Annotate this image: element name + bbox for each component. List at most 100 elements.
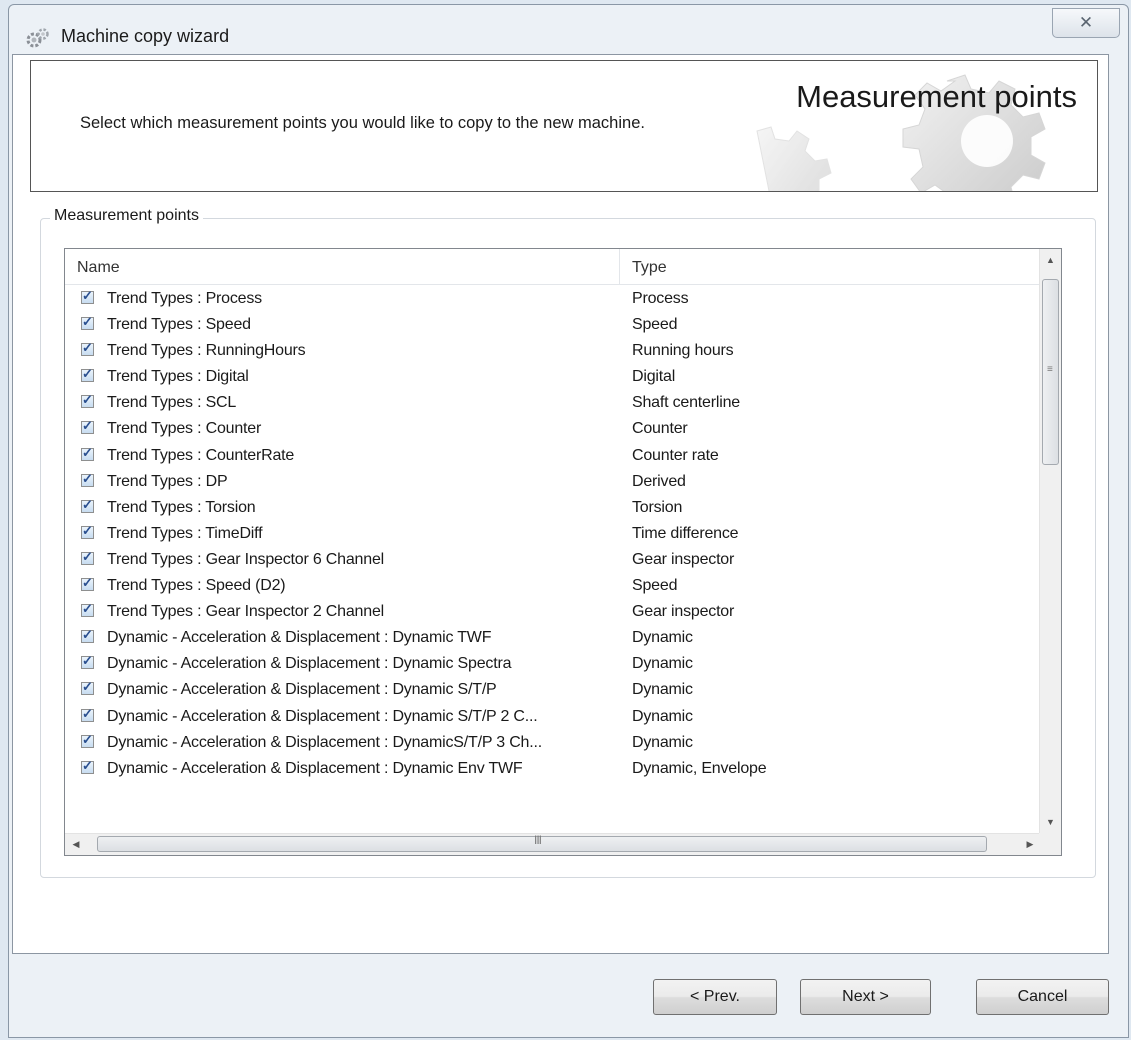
table-row[interactable]: ✓ Trend Types : RunningHours Running hours <box>65 338 1040 364</box>
row-checkbox[interactable]: ✓ <box>81 366 94 383</box>
row-type: Dynamic <box>632 707 693 725</box>
next-button[interactable]: Next > <box>800 979 931 1015</box>
row-name: Trend Types : DP <box>107 472 228 490</box>
row-checkbox[interactable]: ✓ <box>81 653 94 670</box>
table-row[interactable]: ✓ Dynamic - Acceleration & Displacement :… <box>65 677 1040 703</box>
table-row[interactable]: ✓ Dynamic - Acceleration & Displacement :… <box>65 756 1040 782</box>
row-name: Trend Types : Gear Inspector 6 Channel <box>107 550 385 568</box>
row-name: Trend Types : RunningHours <box>107 342 306 360</box>
scroll-down-icon[interactable]: ▼ <box>1040 811 1061 833</box>
checkmark-icon: ✓ <box>82 653 93 669</box>
prev-button[interactable]: < Prev. <box>653 979 777 1015</box>
checkmark-icon: ✓ <box>82 705 93 721</box>
checkmark-icon: ✓ <box>82 340 93 356</box>
close-button[interactable]: ✕ <box>1052 8 1120 38</box>
row-name: Trend Types : TimeDiff <box>107 524 263 542</box>
row-checkbox[interactable]: ✓ <box>81 392 94 409</box>
row-checkbox[interactable]: ✓ <box>81 731 94 748</box>
table-row[interactable]: ✓ Trend Types : Gear Inspector 2 Channel G… <box>65 599 1040 625</box>
row-checkbox[interactable]: ✓ <box>81 548 94 565</box>
row-name: Trend Types : SCL <box>107 394 237 412</box>
scrollbar-corner <box>1039 833 1061 855</box>
row-checkbox[interactable]: ✓ <box>81 340 94 357</box>
window-title: Machine copy wizard <box>61 26 230 46</box>
table-row[interactable]: ✓ Trend Types : Speed Speed <box>65 312 1040 338</box>
table-row[interactable]: ✓ Trend Types : Digital Digital <box>65 364 1040 390</box>
row-checkbox[interactable]: ✓ <box>81 497 94 513</box>
table-row[interactable]: ✓ Dynamic - Acceleration & Displacement :… <box>65 730 1040 756</box>
row-type: Digital <box>632 368 676 386</box>
row-checkbox[interactable]: ✓ <box>81 314 94 331</box>
row-type: Shaft centerline <box>632 394 740 412</box>
table-row[interactable]: ✓ Trend Types : CounterRate Counter rate <box>65 443 1040 469</box>
row-checkbox[interactable]: ✓ <box>81 705 94 722</box>
gears-icon <box>26 28 49 48</box>
grip-icon: III <box>534 833 542 847</box>
checkmark-icon: ✓ <box>82 548 93 564</box>
table-row[interactable]: ✓ Trend Types : Torsion Torsion <box>65 495 1040 521</box>
scroll-up-icon[interactable]: ▲ <box>1040 249 1061 271</box>
row-name: Trend Types : Torsion <box>107 498 256 516</box>
table-row[interactable]: ✓ Dynamic - Acceleration & Displacement :… <box>65 625 1040 651</box>
vertical-scrollbar[interactable]: ▲ ≡ ▼ <box>1039 249 1061 833</box>
wizard-banner: Measurement points Select which measurem… <box>30 60 1098 192</box>
horizontal-scrollbar[interactable]: ◀ III ▶ <box>65 833 1041 855</box>
row-checkbox[interactable]: ✓ <box>81 471 94 487</box>
row-checkbox[interactable]: ✓ <box>81 522 94 539</box>
table-row[interactable]: ✓ Trend Types : SCL Shaft centerline <box>65 390 1040 416</box>
checkmark-icon: ✓ <box>82 314 93 330</box>
table-row[interactable]: ✓ Trend Types : Gear Inspector 6 Channel G… <box>65 547 1040 573</box>
checkmark-icon: ✓ <box>82 627 93 643</box>
table-row[interactable]: ✓ Trend Types : TimeDiff Time difference <box>65 521 1040 547</box>
row-checkbox[interactable]: ✓ <box>81 627 94 644</box>
checkmark-icon: ✓ <box>82 366 93 382</box>
row-checkbox[interactable]: ✓ <box>81 575 94 592</box>
row-checkbox[interactable]: ✓ <box>81 418 94 435</box>
table-row[interactable]: ✓ Trend Types : Speed (D2) Speed <box>65 573 1040 599</box>
row-type: Dynamic <box>632 681 693 699</box>
vertical-scroll-thumb[interactable]: ≡ <box>1042 279 1059 465</box>
row-type: Dynamic <box>632 733 693 751</box>
row-name: Trend Types : Speed <box>107 316 251 334</box>
row-type: Speed <box>632 316 678 334</box>
measurement-points-list[interactable]: Name Type ✓ Trend Types : Process Process ✓… <box>64 248 1062 856</box>
banner-description: Select which measurement points you woul… <box>80 114 645 132</box>
cancel-button[interactable]: Cancel <box>976 979 1109 1015</box>
checkmark-icon: ✓ <box>82 288 93 303</box>
horizontal-scroll-thumb[interactable]: III <box>97 833 987 852</box>
row-name: Trend Types : Counter <box>107 420 262 438</box>
checkmark-icon: ✓ <box>82 522 93 538</box>
checkmark-icon: ✓ <box>82 392 93 408</box>
checkmark-icon: ✓ <box>82 575 93 591</box>
row-checkbox[interactable]: ✓ <box>81 758 94 774</box>
checkmark-icon: ✓ <box>82 679 93 695</box>
row-type: Process <box>632 290 689 307</box>
column-header-type[interactable]: Type <box>620 249 1040 284</box>
checkmark-icon: ✓ <box>82 418 93 434</box>
table-row[interactable]: ✓ Trend Types : DP Derived <box>65 469 1040 495</box>
row-checkbox[interactable]: ✓ <box>81 444 94 461</box>
row-name: Dynamic - Acceleration & Displacement : … <box>107 733 542 751</box>
row-name: Trend Types : Process <box>107 290 262 307</box>
table-row[interactable]: ✓ Trend Types : Process Process <box>65 286 1040 312</box>
row-type: Dynamic <box>632 655 693 673</box>
scroll-right-icon[interactable]: ▶ <box>1019 834 1041 855</box>
row-name: Trend Types : Gear Inspector 2 Channel <box>107 603 385 621</box>
row-type: Torsion <box>632 498 683 516</box>
row-checkbox[interactable]: ✓ <box>81 679 94 696</box>
row-checkbox[interactable]: ✓ <box>81 601 94 618</box>
row-type: Counter <box>632 420 688 438</box>
table-row[interactable]: ✓ Trend Types : Counter Counter <box>65 416 1040 442</box>
table-row[interactable]: ✓ Dynamic - Acceleration & Displacement :… <box>65 651 1040 677</box>
row-name: Trend Types : Speed (D2) <box>107 577 286 595</box>
table-row[interactable]: ✓ Dynamic - Acceleration & Displacement :… <box>65 704 1040 730</box>
row-checkbox[interactable]: ✓ <box>81 288 94 304</box>
scroll-left-icon[interactable]: ◀ <box>65 834 87 855</box>
list-header: Name Type <box>65 249 1040 285</box>
checkmark-icon: ✓ <box>82 731 93 747</box>
column-header-name[interactable]: Name <box>65 249 620 284</box>
row-name: Dynamic - Acceleration & Displacement : … <box>107 629 492 647</box>
row-name: Dynamic - Acceleration & Displacement : … <box>107 707 538 725</box>
row-type: Speed <box>632 577 678 595</box>
checkmark-icon: ✓ <box>82 444 93 460</box>
